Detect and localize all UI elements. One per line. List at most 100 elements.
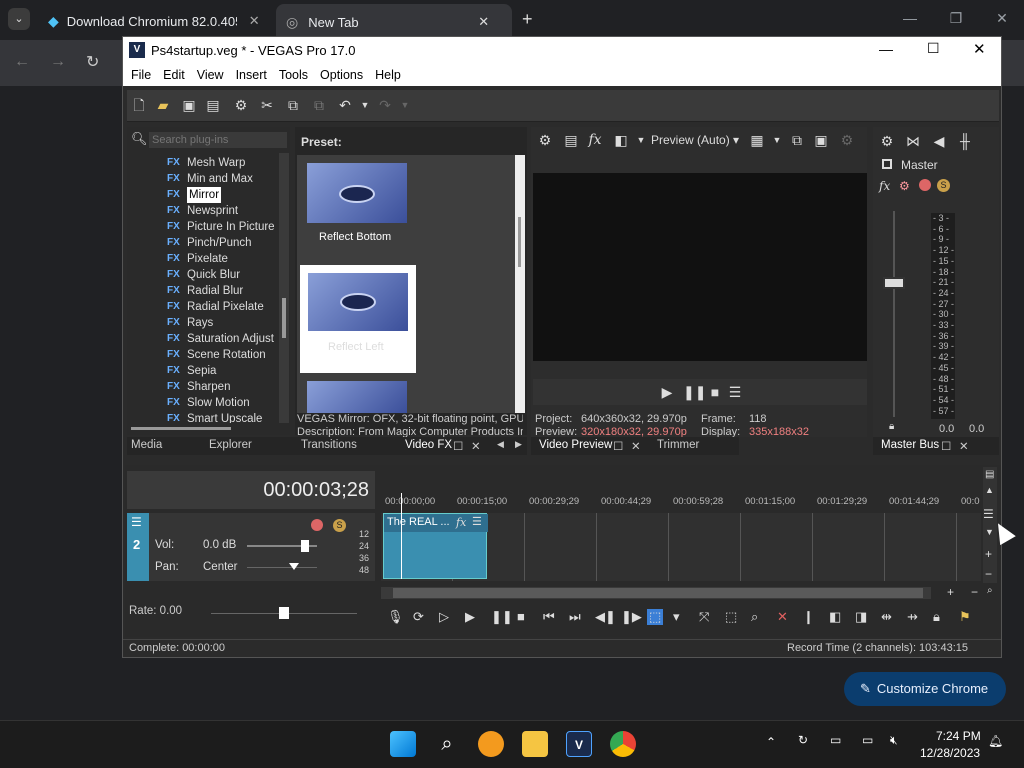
reload-icon[interactable]: ↻ (86, 52, 99, 72)
tab-explorer[interactable]: Explorer (209, 439, 252, 451)
plugin-item[interactable]: FX Min and Max (167, 171, 277, 187)
tab-master-bus[interactable]: Master Bus (881, 439, 939, 451)
solo-icon[interactable]: S (333, 519, 346, 532)
stop-icon[interactable]: ■ (707, 384, 723, 400)
restore-icon[interactable]: ❐ (946, 10, 966, 30)
preview-settings-icon[interactable]: ⚙ (537, 132, 553, 148)
save-as-icon[interactable]: ▤ (205, 97, 221, 113)
undock-icon[interactable]: ☐ (453, 439, 463, 453)
mixer-icon[interactable]: ╫ (957, 133, 973, 149)
playhead-cursor[interactable] (401, 493, 402, 579)
next-marker-icon[interactable]: ❚▶ (621, 609, 642, 625)
pause-icon[interactable]: ❚❚ (683, 384, 706, 400)
plugin-item[interactable]: FX Sharpen (167, 379, 277, 395)
menu-file[interactable]: File (125, 65, 157, 86)
sync-icon[interactable]: ↻ (798, 733, 808, 747)
minimize-icon[interactable]: — (900, 10, 920, 30)
settings-gear-icon[interactable]: ⚙ (233, 97, 249, 113)
zoom-in-icon[interactable]: + (947, 585, 954, 599)
copy-icon[interactable]: ⧉ (285, 97, 301, 113)
master-fader-knob[interactable] (883, 277, 905, 289)
customize-chrome-button[interactable]: ✎ Customize Chrome (844, 672, 1006, 706)
vegas-taskbar-icon[interactable]: V (566, 731, 592, 757)
record-arm-icon[interactable] (311, 519, 323, 531)
browser-tab-chromium[interactable]: ◆ Download Chromium 82.0.4050... ✕ (38, 6, 274, 36)
plugin-item[interactable]: FX Sepia (167, 363, 277, 379)
automation-gear-icon[interactable]: ⚙ (899, 179, 910, 193)
plugin-item[interactable]: FX Saturation Adjust (167, 331, 277, 347)
preview-menu-icon[interactable]: ☰ (727, 384, 743, 400)
selection-tool-icon[interactable]: ⬚ (725, 609, 737, 625)
plugin-item[interactable]: FX Newsprint (167, 203, 277, 219)
video-scopes-icon[interactable]: ⚙ (839, 132, 855, 148)
plugin-item[interactable]: FX Pinch/Punch (167, 235, 277, 251)
close-tab-icon[interactable]: ✕ (249, 13, 260, 29)
undock-icon[interactable]: ☐ (941, 439, 951, 453)
normal-edit-tool-icon[interactable]: ⬚ (647, 609, 664, 625)
plugin-item[interactable]: FX Smart Upscale (167, 411, 277, 423)
plugin-list-hscroll[interactable] (131, 427, 231, 430)
lock-icon[interactable]: 🔒︎ (889, 421, 894, 432)
play-icon[interactable]: ▶ (465, 609, 475, 625)
fx-icon[interactable]: fx (456, 516, 466, 529)
stop-icon[interactable]: ■ (517, 609, 525, 624)
notification-bell-icon[interactable]: 🔔︎ (988, 734, 1003, 748)
plugin-item[interactable]: FX Radial Blur (167, 283, 277, 299)
chevron-up-icon[interactable]: ⌃ (766, 735, 776, 749)
loop-icon[interactable]: ⟳ (413, 609, 424, 625)
pause-icon[interactable]: ❚❚ (491, 609, 513, 625)
tab-video-preview[interactable]: Video Preview (539, 439, 612, 451)
close-icon[interactable]: ✕ (631, 439, 641, 453)
save-snapshot-icon[interactable]: ▣ (813, 132, 829, 148)
close-window-icon[interactable]: ✕ (973, 40, 986, 58)
windows-start-icon[interactable] (390, 731, 416, 757)
fx-icon[interactable]: fx (587, 132, 603, 148)
master-settings-icon[interactable]: ⚙ (879, 133, 895, 149)
maximize-icon[interactable]: ☐ (927, 40, 940, 57)
copy-snapshot-icon[interactable]: ⧉ (789, 132, 805, 148)
grid-overlay-icon[interactable]: ▦ (749, 132, 765, 148)
preset-item-selected[interactable]: Reflect Left (300, 265, 416, 373)
downmix-icon[interactable]: ⋈ (905, 133, 921, 149)
envelope-tool-icon[interactable]: ⤧ (699, 609, 709, 625)
fx-icon[interactable]: fx (879, 179, 890, 193)
zoom-out-icon[interactable]: − (971, 585, 978, 599)
record-icon[interactable]: 🎙 (387, 609, 404, 625)
zoom-tool-icon[interactable]: ⌕ (987, 585, 993, 596)
trim-icon[interactable]: ❙ (803, 609, 814, 625)
plugin-item[interactable]: FX Radial Pixelate (167, 299, 277, 315)
trim-end-icon[interactable]: ◨ (855, 609, 867, 625)
auto-ripple-icon[interactable]: ⇸ (907, 609, 918, 625)
split-dropdown-icon[interactable]: ▼ (633, 132, 649, 148)
undo-dropdown-icon[interactable]: ▼ (357, 97, 373, 113)
plugin-item[interactable]: FX Slow Motion (167, 395, 277, 411)
storage-icon[interactable]: ▭ (830, 733, 841, 747)
cut-icon[interactable]: ✂ (259, 97, 275, 113)
prev-marker-icon[interactable]: ◀❚ (595, 609, 616, 625)
search-plugins-box[interactable]: 🔍︎ (129, 131, 287, 149)
volume-muted-icon[interactable]: 🔇︎ (890, 733, 898, 748)
tab-transitions[interactable]: Transitions (301, 439, 357, 451)
tab-video-fx[interactable]: Video FX (405, 439, 452, 451)
plugin-item[interactable]: FX Quick Blur (167, 267, 277, 283)
browser-tab-new-tab[interactable]: ◎ New Tab ✕ (276, 4, 512, 40)
speaker-icon[interactable]: ◀ (931, 133, 947, 149)
back-arrow-icon[interactable]: ← (14, 53, 30, 71)
master-checkbox[interactable] (882, 159, 892, 169)
preview-device-icon[interactable]: ▤ (563, 132, 579, 148)
timeline-hscrollbar[interactable] (381, 587, 931, 599)
menu-view[interactable]: View (191, 65, 230, 86)
chrome-taskbar-icon[interactable] (610, 731, 636, 757)
zoom-tool-icon[interactable]: ⌕ (751, 609, 758, 625)
grid-dropdown-icon[interactable]: ▼ (769, 132, 785, 148)
redo-icon[interactable]: ↷ (377, 97, 393, 113)
preview-quality-dropdown[interactable]: Preview (Auto) ▾ (651, 133, 739, 147)
close-icon[interactable]: ✕ (959, 439, 969, 453)
undock-icon[interactable]: ☐ (613, 439, 623, 453)
preset-scrollbar[interactable] (515, 155, 525, 413)
menu-tools[interactable]: Tools (273, 65, 314, 86)
search-plugins-input[interactable] (149, 132, 287, 148)
clock-date[interactable]: 12/28/2023 (920, 746, 980, 760)
new-tab-plus-icon[interactable]: + (522, 9, 533, 30)
tab-scroll-right-icon[interactable]: ▶ (515, 439, 522, 450)
